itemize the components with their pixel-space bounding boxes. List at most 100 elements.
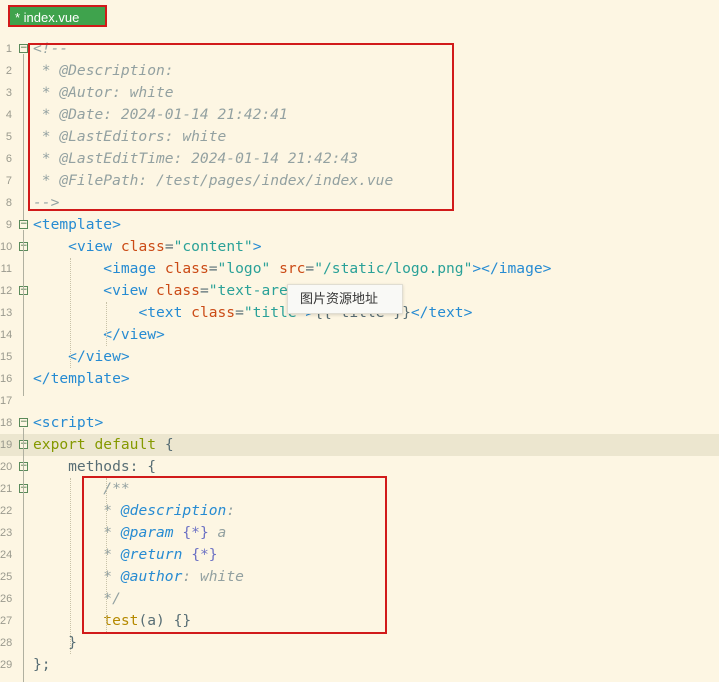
- indent-guide: [106, 302, 108, 346]
- line-number: 4: [5, 109, 12, 121]
- code-line[interactable]: 10− <view class="content">: [0, 236, 719, 258]
- code-token: export: [33, 436, 86, 453]
- line-number: 5: [5, 131, 12, 143]
- fold-toggle-icon[interactable]: −: [19, 220, 28, 229]
- code-token: =: [235, 304, 244, 321]
- code-token: </text>: [410, 304, 473, 321]
- line-number: 23: [0, 527, 13, 539]
- code-text: methods: {: [33, 456, 156, 478]
- line-number: 11: [0, 263, 12, 275]
- code-token: <view: [68, 238, 121, 255]
- line-number: 14: [0, 329, 13, 341]
- code-line[interactable]: 20− methods: {: [0, 456, 719, 478]
- editor-tab-bar: * index.vue: [0, 0, 719, 34]
- code-line[interactable]: 16 </template>: [0, 368, 719, 390]
- code-text: <view class="content">: [33, 236, 261, 258]
- code-token: =: [305, 260, 315, 277]
- code-token: "content": [173, 238, 253, 255]
- code-text: export default {: [33, 434, 174, 456]
- code-text: </template>: [33, 368, 130, 390]
- code-token: =: [164, 238, 174, 255]
- code-token: "/static/logo.png": [314, 260, 473, 277]
- code-token: "text-are: [208, 282, 288, 299]
- fold-toggle-icon[interactable]: −: [19, 44, 28, 53]
- code-line[interactable]: 28 }: [0, 632, 719, 654]
- code-line[interactable]: 19−export default {: [0, 434, 719, 456]
- code-token: ></image>: [472, 260, 552, 277]
- code-token: methods: {: [33, 458, 157, 475]
- fold-range-line: [23, 230, 24, 396]
- code-text: </view>: [33, 324, 165, 346]
- code-token: {: [156, 436, 174, 453]
- code-token: </view>: [103, 326, 165, 343]
- code-token: class: [156, 282, 200, 299]
- code-line[interactable]: 15 </view>: [0, 346, 719, 368]
- line-number: 1: [5, 43, 12, 55]
- code-text: </view>: [33, 346, 130, 368]
- line-number: 24: [0, 549, 13, 561]
- line-number: 2: [5, 65, 12, 77]
- tab-index-vue[interactable]: * index.vue: [8, 5, 107, 27]
- code-line[interactable]: 11 <image class="logo" src="/static/logo…: [0, 258, 719, 280]
- line-number: 12: [0, 285, 13, 297]
- code-line[interactable]: 18− <script>: [0, 412, 719, 434]
- line-number: 6: [5, 153, 12, 165]
- fold-range-line: [23, 428, 24, 682]
- line-number: 16: [0, 373, 13, 385]
- code-token: =: [208, 260, 218, 277]
- line-number: 18: [0, 417, 13, 429]
- code-token: </template>: [33, 370, 130, 387]
- code-token: default: [94, 436, 157, 453]
- tooltip: 图片资源地址: [287, 284, 403, 314]
- code-token: class: [164, 260, 209, 277]
- code-token: "logo": [217, 260, 271, 277]
- code-token: class: [120, 238, 165, 255]
- code-token: <image: [103, 260, 165, 277]
- code-token: =: [199, 282, 209, 299]
- code-token: src: [279, 260, 306, 277]
- fold-toggle-icon[interactable]: −: [19, 418, 28, 427]
- line-number: 7: [5, 175, 12, 187]
- line-number: 10: [0, 241, 13, 253]
- code-token: <template>: [33, 216, 121, 233]
- code-text: <text class="title">{{ title }}</text>: [33, 302, 472, 324]
- highlight-box-file-header: [28, 43, 454, 211]
- fold-range-line: [23, 54, 24, 220]
- indent-guide: [70, 258, 72, 368]
- code-token: class: [191, 304, 236, 321]
- line-number: 26: [0, 593, 13, 605]
- line-number: 20: [0, 461, 13, 473]
- code-token: <view: [103, 282, 157, 299]
- code-token: </view>: [68, 348, 130, 365]
- line-number: 22: [0, 505, 13, 517]
- line-number: 25: [0, 571, 13, 583]
- line-number: 13: [0, 307, 13, 319]
- line-number: 19: [0, 439, 13, 451]
- line-number: 17: [0, 395, 13, 407]
- code-text: <image class="logo" src="/static/logo.pn…: [33, 258, 551, 280]
- code-text: <script>: [33, 412, 103, 434]
- code-token: };: [33, 656, 51, 673]
- line-number: 27: [0, 615, 13, 627]
- line-number: 3: [5, 87, 12, 99]
- code-line[interactable]: 17: [0, 390, 719, 412]
- line-number: 28: [0, 637, 13, 649]
- code-token: >: [252, 238, 262, 255]
- line-number: 15: [0, 351, 13, 363]
- indent-guide: [70, 478, 72, 654]
- highlight-box-method-doc: [82, 476, 387, 634]
- code-token: <text: [138, 304, 192, 321]
- code-text: <template>: [33, 214, 121, 236]
- line-number: 21: [0, 483, 13, 495]
- code-token: <script>: [33, 414, 104, 431]
- line-number: 8: [5, 197, 12, 209]
- code-line[interactable]: 9− <template>: [0, 214, 719, 236]
